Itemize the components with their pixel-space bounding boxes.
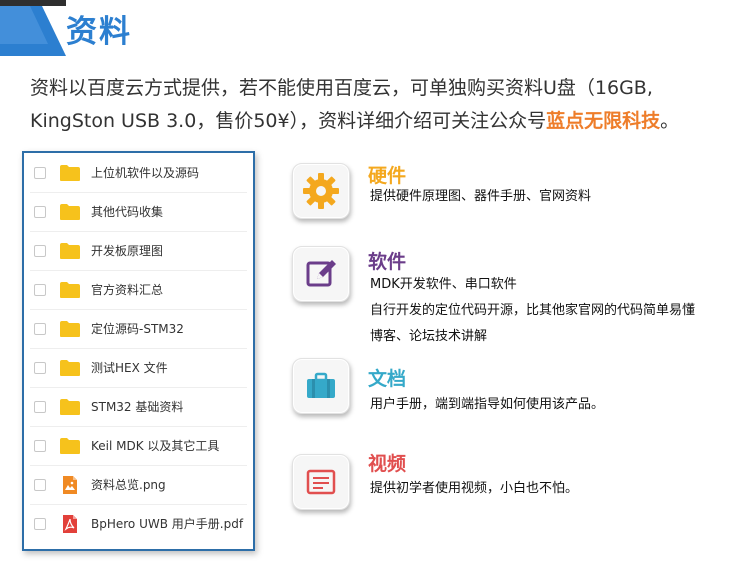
file-row[interactable]: 官方资料汇总	[30, 270, 247, 310]
docs-feature-card	[292, 358, 352, 418]
row-checkbox[interactable]	[34, 400, 46, 413]
page-title: 资料	[66, 14, 132, 50]
row-checkbox[interactable]	[34, 361, 46, 374]
chevron-banner-icon	[0, 6, 66, 56]
folder-icon	[59, 202, 81, 222]
file-name: 测试HEX 文件	[91, 361, 168, 375]
file-list-panel: 上位机软件以及源码 其他代码收集 开发板原理图 官方资料汇总 定位源码-STM3…	[22, 151, 255, 551]
file-name: Keil MDK 以及其它工具	[91, 439, 220, 453]
file-name: BpHero UWB 用户手册.pdf	[91, 517, 244, 531]
folder-icon	[59, 241, 81, 261]
software-icon-box	[292, 246, 350, 302]
software-desc: MDK开发软件、串口软件 自行开发的定位代码开源，比其他家官网的代码简单易懂 博…	[370, 272, 695, 350]
intro-text: 资料以百度云方式提供，若不能使用百度云，可单独购买资料U盘（16GB, King…	[30, 72, 742, 138]
header-banner: 资料	[0, 0, 750, 60]
document-icon	[306, 469, 336, 495]
docs-desc-line: 用户手册，端到端指导如何使用该产品。	[370, 397, 605, 412]
video-title: 视频	[368, 453, 407, 475]
file-row[interactable]: 上位机软件以及源码	[30, 153, 247, 193]
hardware-feature-card	[292, 163, 352, 223]
file-row[interactable]: 开发板原理图	[30, 231, 247, 271]
folder-icon	[59, 436, 81, 456]
software-desc-line: 博客、论坛技术讲解	[370, 329, 488, 344]
edit-icon	[306, 260, 336, 287]
software-desc-line: MDK开发软件、串口软件	[370, 277, 517, 292]
file-name: 开发板原理图	[91, 244, 164, 258]
row-checkbox[interactable]	[34, 478, 46, 491]
video-icon-box	[292, 454, 350, 510]
row-checkbox[interactable]	[34, 439, 46, 452]
video-desc: 提供初学者使用视频，小白也不怕。	[370, 476, 578, 502]
file-name: STM32 基础资料	[91, 400, 184, 414]
file-name: 官方资料汇总	[91, 283, 164, 297]
file-name: 资料总览.png	[91, 478, 166, 492]
file-row[interactable]: 其他代码收集	[30, 192, 247, 232]
folder-icon	[59, 397, 81, 417]
docs-icon-box	[292, 358, 350, 414]
row-checkbox[interactable]	[34, 166, 46, 179]
video-desc-line: 提供初学者使用视频，小白也不怕。	[370, 481, 579, 496]
folder-icon	[59, 358, 81, 378]
file-row[interactable]: 定位源码-STM32	[30, 309, 247, 349]
hardware-desc: 提供硬件原理图、器件手册、官网资料	[370, 184, 591, 210]
folder-icon	[59, 319, 81, 339]
software-feature-card	[292, 246, 352, 306]
file-name: 其他代码收集	[91, 205, 164, 219]
briefcase-icon	[307, 372, 335, 398]
row-checkbox[interactable]	[34, 322, 46, 335]
file-row[interactable]: Keil MDK 以及其它工具	[30, 426, 247, 466]
wechat-account-name[interactable]: 蓝点无限科技	[546, 110, 660, 132]
row-checkbox[interactable]	[34, 517, 46, 530]
folder-icon	[59, 280, 81, 300]
docs-title: 文档	[368, 368, 407, 390]
docs-desc: 用户手册，端到端指导如何使用该产品。	[370, 392, 604, 418]
file-name: 定位源码-STM32	[91, 322, 184, 336]
row-checkbox[interactable]	[34, 205, 46, 218]
row-checkbox[interactable]	[34, 283, 46, 296]
gear-icon	[303, 173, 339, 209]
intro-end: 。	[660, 110, 680, 132]
image-file-icon	[59, 475, 81, 495]
folder-icon	[59, 163, 81, 183]
file-row[interactable]: 测试HEX 文件	[30, 348, 247, 388]
file-row[interactable]: BpHero UWB 用户手册.pdf	[30, 504, 247, 543]
video-feature-card	[292, 454, 352, 514]
row-checkbox[interactable]	[34, 244, 46, 257]
file-row[interactable]: 资料总览.png	[30, 465, 247, 505]
file-name: 上位机软件以及源码	[91, 166, 200, 180]
software-desc-line: 自行开发的定位代码开源，比其他家官网的代码简单易懂	[370, 303, 696, 318]
software-title: 软件	[368, 251, 407, 273]
hardware-icon-box	[292, 163, 350, 219]
pdf-file-icon	[59, 514, 81, 534]
file-row[interactable]: STM32 基础资料	[30, 387, 247, 427]
hardware-desc-line: 提供硬件原理图、器件手册、官网资料	[370, 189, 592, 204]
